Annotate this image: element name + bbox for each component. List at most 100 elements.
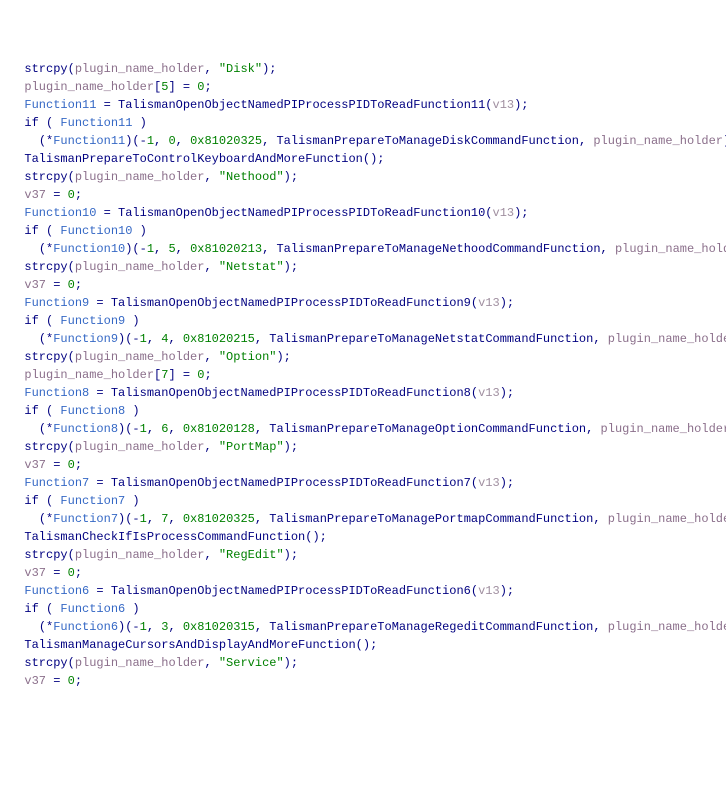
- token-param: plugin_name_holder: [75, 170, 205, 184]
- token-op: ;: [75, 674, 82, 688]
- token-func: Function10: [53, 242, 125, 256]
- token-op: );: [500, 386, 514, 400]
- token-op: ,: [593, 620, 607, 634]
- code-line: (*Function6)(-1, 3, 0x81020315, Talisman…: [10, 618, 716, 636]
- token-param: plugin_name_holder: [601, 422, 726, 436]
- token-kw: strcpy: [24, 440, 67, 454]
- token-op: (: [471, 386, 478, 400]
- token-op: =: [89, 476, 111, 490]
- token-kw: strcpy: [24, 350, 67, 364]
- token-num: 1: [140, 512, 147, 526]
- token-op: ;: [75, 188, 82, 202]
- token-op: =: [96, 206, 118, 220]
- token-op: ,: [176, 134, 190, 148]
- token-op: ,: [147, 620, 161, 634]
- token-num: 0: [68, 278, 75, 292]
- token-op: ,: [204, 440, 218, 454]
- code-line: (*Function11)(-1, 0, 0x81020325, Talisma…: [10, 132, 716, 150]
- token-op: (*: [39, 512, 53, 526]
- token-str: "Service": [219, 656, 284, 670]
- token-num: 0: [68, 458, 75, 472]
- code-line: TalismanPrepareToControlKeyboardAndMoreF…: [10, 150, 716, 168]
- token-var: v37: [24, 278, 46, 292]
- code-line: TalismanCheckIfIsProcessCommandFunction(…: [10, 528, 716, 546]
- token-op: ();: [356, 638, 378, 652]
- token-param: plugin_name_holder: [608, 512, 726, 526]
- token-op: (: [471, 584, 478, 598]
- code-line: v37 = 0;: [10, 456, 716, 474]
- token-num: 0x81020325: [190, 134, 262, 148]
- code-line: if ( Function7 ): [10, 492, 716, 510]
- token-op: (: [68, 440, 75, 454]
- code-line: Function10 = TalismanOpenObjectNamedPIPr…: [10, 204, 716, 222]
- token-param: plugin_name_holder: [24, 368, 154, 382]
- token-v: v13: [478, 584, 500, 598]
- token-op: =: [96, 98, 118, 112]
- token-op: =: [89, 386, 111, 400]
- token-num: 0: [68, 188, 75, 202]
- token-v: v13: [493, 98, 515, 112]
- code-line: v37 = 0;: [10, 186, 716, 204]
- code-line: if ( Function9 ): [10, 312, 716, 330]
- token-op: (: [39, 116, 61, 130]
- code-line: strcpy(plugin_name_holder, "RegEdit");: [10, 546, 716, 564]
- token-op: ,: [255, 332, 269, 346]
- token-op: )(-: [125, 242, 147, 256]
- token-op: (: [39, 404, 61, 418]
- token-kw: strcpy: [24, 62, 67, 76]
- token-func: Function7: [53, 512, 118, 526]
- token-func: Function6: [60, 602, 125, 616]
- token-kw: TalismanPrepareToManageNetstatCommandFun…: [269, 332, 593, 346]
- token-op: ): [132, 116, 146, 130]
- token-op: (: [471, 296, 478, 310]
- token-kw: if: [24, 224, 38, 238]
- token-func: Function6: [24, 584, 89, 598]
- code-line: v37 = 0;: [10, 672, 716, 690]
- token-param: plugin_name_holder: [24, 80, 154, 94]
- token-op: (: [68, 62, 75, 76]
- token-op: );: [514, 98, 528, 112]
- token-kw: TalismanPrepareToManagePortmapCommandFun…: [269, 512, 593, 526]
- code-block: strcpy(plugin_name_holder, "Disk"); plug…: [10, 60, 716, 690]
- code-line: (*Function8)(-1, 6, 0x81020128, Talisman…: [10, 420, 716, 438]
- token-kw: TalismanOpenObjectNamedPIProcessPIDToRea…: [111, 296, 471, 310]
- token-op: =: [46, 278, 68, 292]
- token-op: ;: [75, 458, 82, 472]
- token-func: Function9: [60, 314, 125, 328]
- token-num: 0: [68, 674, 75, 688]
- token-op: ();: [363, 152, 385, 166]
- token-op: ,: [255, 620, 269, 634]
- token-num: 0x81020213: [190, 242, 262, 256]
- token-op: (: [68, 350, 75, 364]
- token-num: 3: [161, 620, 168, 634]
- code-line: Function6 = TalismanOpenObjectNamedPIPro…: [10, 582, 716, 600]
- token-var: v37: [24, 674, 46, 688]
- token-op: ): [125, 314, 139, 328]
- token-op: ): [125, 602, 139, 616]
- token-op: (: [39, 224, 61, 238]
- token-kw: TalismanPrepareToManageNethoodCommandFun…: [276, 242, 600, 256]
- token-func: Function8: [24, 386, 89, 400]
- token-op: ,: [262, 242, 276, 256]
- token-kw: strcpy: [24, 548, 67, 562]
- token-op: (*: [39, 134, 53, 148]
- token-op: ): [132, 224, 146, 238]
- token-param: plugin_name_holder: [615, 242, 726, 256]
- token-op: =: [46, 674, 68, 688]
- token-param: plugin_name_holder: [75, 656, 205, 670]
- token-kw: TalismanCheckIfIsProcessCommandFunction: [24, 530, 305, 544]
- token-op: ;: [75, 566, 82, 580]
- token-kw: TalismanManageCursorsAndDisplayAndMoreFu…: [24, 638, 355, 652]
- token-op: ();: [305, 530, 327, 544]
- code-line: strcpy(plugin_name_holder, "Netstat");: [10, 258, 716, 276]
- token-num: 0x81020315: [183, 620, 255, 634]
- code-line: Function8 = TalismanOpenObjectNamedPIPro…: [10, 384, 716, 402]
- token-kw: strcpy: [24, 656, 67, 670]
- token-op: ;: [75, 278, 82, 292]
- token-op: (*: [39, 242, 53, 256]
- code-line: if ( Function11 ): [10, 114, 716, 132]
- token-op: ,: [168, 512, 182, 526]
- token-op: (: [68, 656, 75, 670]
- token-op: );: [500, 296, 514, 310]
- token-op: ] =: [168, 80, 197, 94]
